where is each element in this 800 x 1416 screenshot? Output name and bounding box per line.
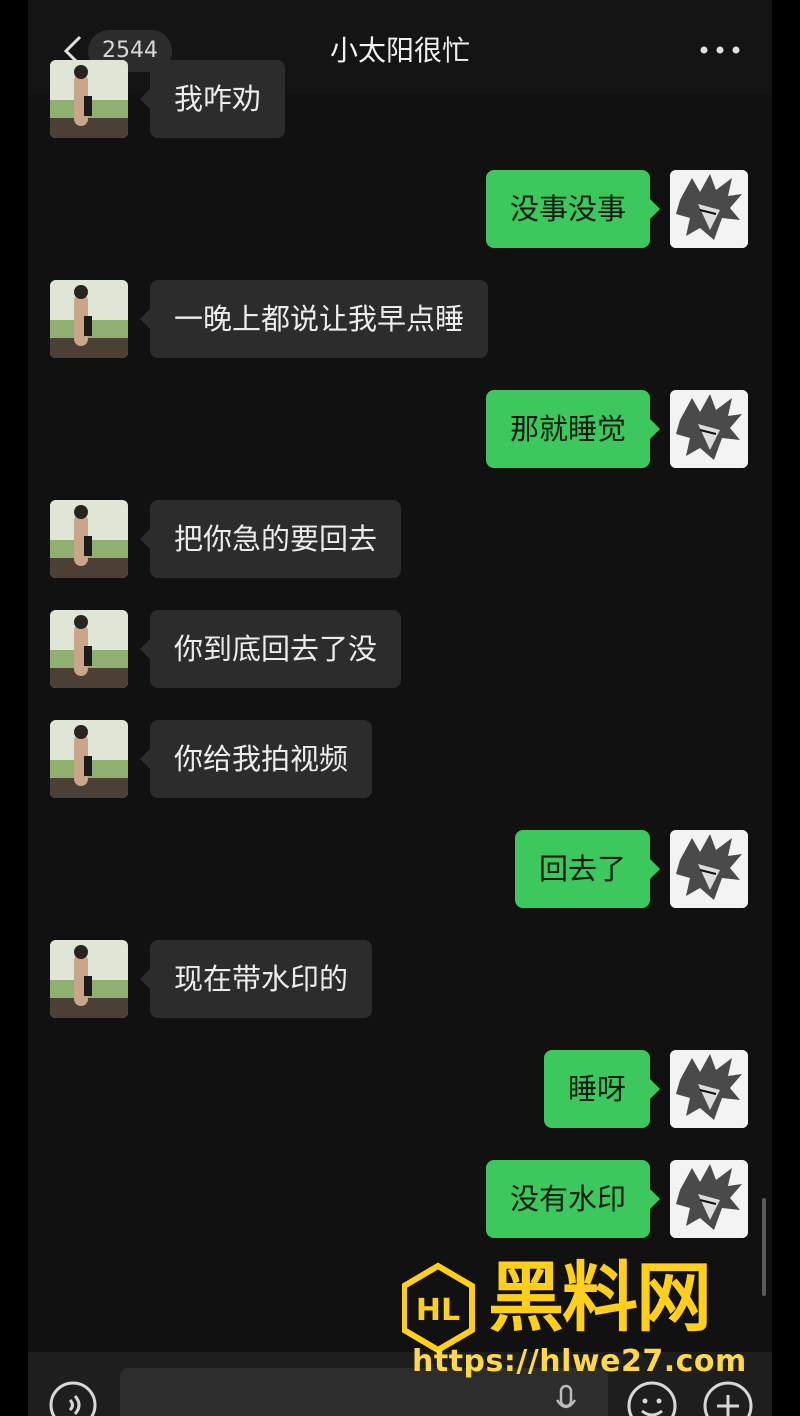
ellipsis-icon[interactable] [698,40,742,60]
message-bubble[interactable]: 我咋劝 [139,60,286,138]
incoming-message: 你给我拍视频 [28,720,772,798]
message-bubble[interactable]: 回去了 [514,830,661,908]
incoming-message: 我咋劝 [28,60,772,138]
my-avatar[interactable] [670,1050,748,1128]
microphone-icon[interactable] [554,1384,578,1416]
watermark-text: 黑料网 [488,1253,712,1342]
scrollbar[interactable] [762,1198,766,1296]
message-bubble[interactable]: 没事没事 [485,170,661,248]
voice-icon[interactable] [48,1380,98,1416]
outgoing-message: 没有水印 [28,1160,772,1238]
contact-avatar[interactable] [50,940,128,1018]
message-bubble[interactable]: 你给我拍视频 [139,720,373,798]
incoming-message: 你到底回去了没 [28,610,772,688]
message-bubble[interactable]: 你到底回去了没 [139,610,402,688]
contact-avatar[interactable] [50,280,128,358]
watermark-url: https://hlwe27.com [412,1344,747,1379]
my-avatar[interactable] [670,390,748,468]
contact-avatar[interactable] [50,500,128,578]
outgoing-message: 没事没事 [28,170,772,248]
incoming-message: 一晚上都说让我早点睡 [28,280,772,358]
plus-icon[interactable] [702,1380,754,1416]
message-bubble[interactable]: 睡呀 [543,1050,661,1128]
contact-avatar[interactable] [50,610,128,688]
contact-avatar[interactable] [50,60,128,138]
my-avatar[interactable] [670,830,748,908]
emoji-icon[interactable] [626,1380,678,1416]
my-avatar[interactable] [670,170,748,248]
my-avatar[interactable] [670,1160,748,1238]
message-bubble[interactable]: 把你急的要回去 [139,500,402,578]
message-bubble[interactable]: 一晚上都说让我早点睡 [139,280,489,358]
incoming-message: 现在带水印的 [28,940,772,1018]
outgoing-message: 那就睡觉 [28,390,772,468]
message-bubble[interactable]: 那就睡觉 [485,390,661,468]
chat-screen: 2544 小太阳很忙 我咋劝 没事没事 一晚上都说让我早点睡 那就睡觉 把你急的要回去你… [28,0,772,1416]
outgoing-message: 睡呀 [28,1050,772,1128]
incoming-message: 把你急的要回去 [28,500,772,578]
message-bubble[interactable]: 没有水印 [485,1160,661,1238]
message-bubble[interactable]: 现在带水印的 [139,940,373,1018]
contact-avatar[interactable] [50,720,128,798]
outgoing-message: 回去了 [28,830,772,908]
